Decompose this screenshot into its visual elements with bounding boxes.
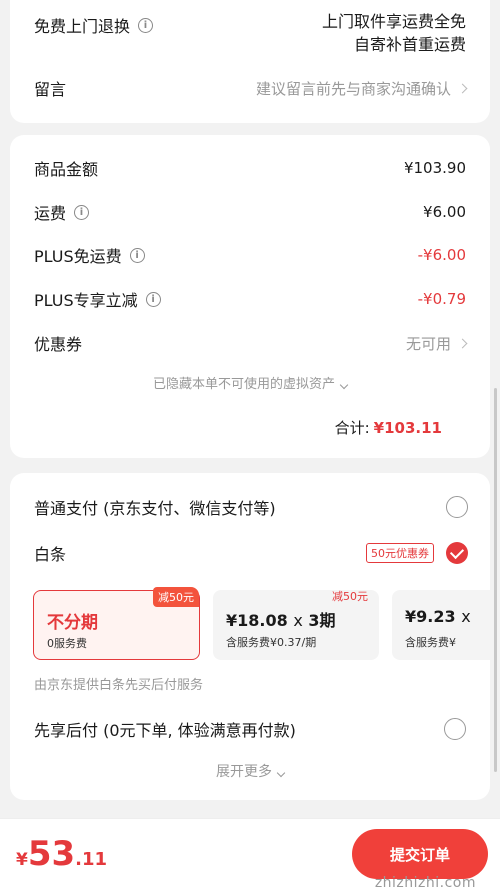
shipping-label: 运费: [34, 204, 67, 223]
chevron-down-icon: [276, 768, 286, 778]
plus-free-value: -¥6.00: [417, 246, 466, 264]
chevron-down-icon: [339, 380, 349, 390]
plan-main: ¥9.23 x: [405, 607, 471, 626]
return-row[interactable]: 免费上门退换 i 上门取件享运费全免 自寄补首重运费: [34, 10, 466, 56]
baitiao-note: 由京东提供白条先买后付服务: [34, 678, 204, 693]
info-icon[interactable]: i: [145, 291, 161, 307]
bottom-bar: ¥ 53 .11 提交订单 zhizhizhi.com: [0, 818, 500, 895]
plan-amount: ¥18.08: [226, 611, 288, 630]
return-value-line1: 上门取件享运费全免: [321, 12, 466, 31]
chevron-right-icon: [457, 338, 468, 348]
plan-sub: 含服务费¥0.37/期: [226, 636, 317, 649]
coupon-label: 优惠券: [34, 335, 83, 354]
return-label: 免费上门退换: [34, 17, 131, 36]
discount-tag: 减50元: [332, 590, 368, 603]
currency-symbol: ¥: [16, 850, 28, 870]
plan-times: x: [461, 607, 471, 626]
submit-order-label: 提交订单: [389, 845, 450, 864]
baitiao-label: 白条: [34, 545, 67, 564]
info-icon[interactable]: i: [138, 17, 154, 33]
message-label: 留言: [34, 80, 67, 99]
plan-main: 不分期: [47, 613, 98, 633]
total-label: 合计:: [334, 419, 370, 437]
baitiao-row[interactable]: 白条 50元优惠券: [34, 541, 468, 565]
info-icon[interactable]: i: [129, 247, 145, 263]
plan-no-installment[interactable]: 减50元 不分期 0服务费: [33, 587, 200, 660]
plan-amount: ¥9.23: [405, 607, 456, 626]
watermark: zhizhizhi.com: [374, 875, 476, 891]
hidden-assets-toggle[interactable]: 已隐藏本单不可使用的虚拟资产: [10, 373, 490, 392]
radio-button[interactable]: [444, 718, 466, 740]
expand-more-button[interactable]: 展开更多: [0, 761, 500, 781]
goods-label: 商品金额: [34, 160, 99, 179]
goods-value: ¥103.90: [403, 159, 466, 177]
total-row: 合计: ¥103.11: [335, 417, 442, 438]
plan-more-installments[interactable]: ¥9.23 x 含服务费¥: [392, 590, 500, 660]
coupon-value: 无可用: [405, 334, 451, 353]
hidden-assets-text: 已隐藏本单不可使用的虚拟资产: [152, 377, 335, 392]
expand-more-label: 展开更多: [216, 764, 272, 780]
message-row[interactable]: 留言 建议留言前先与商家沟通确认: [34, 76, 468, 100]
plan-main: ¥18.08 x 3期: [226, 607, 336, 631]
info-icon[interactable]: i: [74, 204, 90, 220]
plan-sub: 含服务费¥: [405, 636, 456, 649]
plan-sub: 0服务费: [47, 637, 87, 650]
pay-later-row[interactable]: 先享后付 (0元下单, 体验满意再付款): [34, 717, 466, 741]
plus-discount-label: PLUS专享立减: [34, 291, 138, 310]
price-integer: 53: [27, 834, 76, 874]
shipping-row: 运费 i ¥6.00: [34, 200, 466, 224]
discount-tag: 减50元: [153, 587, 199, 607]
service-card: 免费上门退换 i 上门取件享运费全免 自寄补首重运费 留言 建议留言前先与商家沟…: [10, 0, 490, 123]
plus-discount-value: -¥0.79: [417, 290, 466, 308]
coupon-row[interactable]: 优惠券 无可用: [34, 331, 468, 355]
pay-later-label: 先享后付 (0元下单, 体验满意再付款): [34, 721, 296, 740]
normal-payment-label: 普通支付 (京东支付、微信支付等): [34, 499, 276, 518]
scrollbar[interactable]: [494, 388, 497, 772]
coupon-badge: 50元优惠券: [366, 543, 434, 563]
chevron-right-icon: [457, 83, 468, 93]
price-decimal: .11: [75, 849, 108, 870]
plus-free-shipping-row: PLUS免运费 i -¥6.00: [34, 243, 466, 267]
summary-card: 商品金额 ¥103.90 运费 i ¥6.00 PLUS免运费 i -¥6.00 P…: [10, 135, 490, 458]
submit-order-button[interactable]: 提交订单: [352, 829, 488, 879]
plan-times: x: [293, 611, 303, 630]
pay-amount: ¥ 53 .11: [16, 837, 107, 871]
plus-free-label: PLUS免运费: [34, 247, 122, 266]
goods-amount-row: 商品金额 ¥103.90: [34, 156, 466, 180]
radio-button[interactable]: [446, 496, 468, 518]
shipping-value: ¥6.00: [423, 203, 466, 221]
plan-terms: 3期: [308, 611, 336, 630]
plus-discount-row: PLUS专享立减 i -¥0.79: [34, 287, 466, 311]
message-placeholder: 建议留言前先与商家沟通确认: [255, 79, 451, 98]
total-value: ¥103.11: [373, 419, 442, 437]
plan-3-installments[interactable]: 减50元 ¥18.08 x 3期 含服务费¥0.37/期: [213, 590, 379, 660]
normal-payment-row[interactable]: 普通支付 (京东支付、微信支付等): [34, 495, 468, 519]
return-value-line2: 自寄补首重运费: [353, 35, 466, 54]
radio-checked[interactable]: [446, 542, 468, 564]
